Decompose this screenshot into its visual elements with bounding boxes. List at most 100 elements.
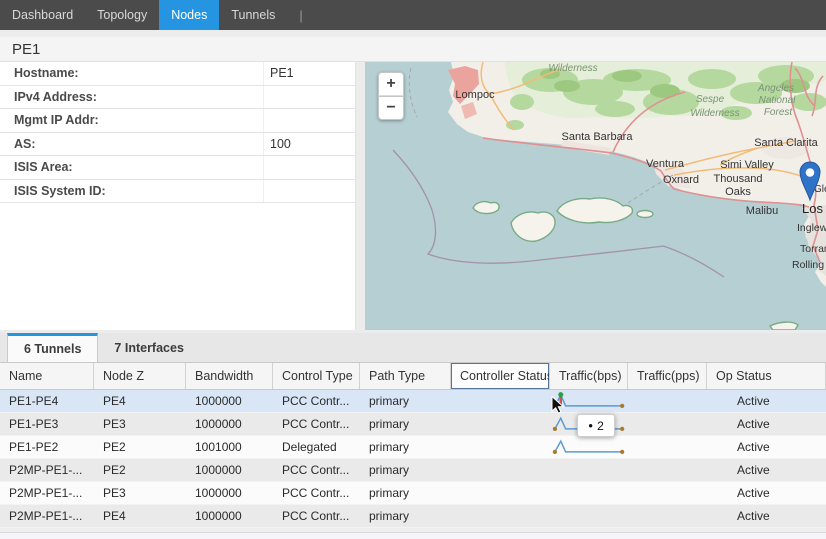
map-label: Simi Valley xyxy=(720,159,774,171)
cell-controller-status xyxy=(451,459,550,481)
tooltip-value: 2 xyxy=(597,419,604,433)
column-header-node-z[interactable]: Node Z xyxy=(94,363,186,389)
cell-control-type: PCC Contr... xyxy=(273,413,360,435)
map-label: Wilderness xyxy=(690,108,739,119)
column-header-bandwidth[interactable]: Bandwidth xyxy=(186,363,273,389)
map-label: Angeles xyxy=(757,83,794,94)
nav-item-nodes[interactable]: Nodes xyxy=(159,0,219,30)
field-value xyxy=(263,180,355,203)
cell-control-type: PCC Contr... xyxy=(273,390,360,412)
tooltip-bullet-icon: ● xyxy=(588,421,593,430)
cell-traffic-bps xyxy=(550,459,628,481)
traffic-sparkline[interactable] xyxy=(552,437,628,457)
map-label: Lompoc xyxy=(455,89,495,101)
cell-traffic-pps xyxy=(628,459,707,481)
cell-controller-status xyxy=(451,436,550,458)
nav-item-dashboard[interactable]: Dashboard xyxy=(0,0,85,30)
column-header-controller-status[interactable]: Controller Status xyxy=(451,363,550,389)
cell-traffic-bps xyxy=(550,390,628,412)
cell-path-type: primary xyxy=(360,459,451,481)
cell-op-status: Active xyxy=(707,505,826,527)
page-title: PE1 xyxy=(12,41,40,58)
map-label: Santa Barbara xyxy=(562,131,634,143)
map-label: Santa Clarita xyxy=(754,137,818,149)
cell-name: P2MP-PE1-... xyxy=(0,459,94,481)
cell-bandwidth: 1001000 xyxy=(186,436,273,458)
node-title-band: PE1 xyxy=(0,37,826,62)
field-row-hostname: Hostname: PE1 xyxy=(0,62,355,86)
map-view[interactable]: WildernessLompocSanta BarbaraSespeWilder… xyxy=(365,62,826,330)
column-header-control-type[interactable]: Control Type xyxy=(273,363,360,389)
field-row-as: AS: 100 xyxy=(0,133,355,157)
table-row[interactable]: PE1-PE3PE31000000PCC Contr...primaryActi… xyxy=(0,413,826,436)
top-nav: Dashboard Topology Nodes Tunnels | xyxy=(0,0,826,30)
map-label: Oaks xyxy=(725,186,751,198)
column-header-traffic-pps-[interactable]: Traffic(pps) xyxy=(628,363,707,389)
cell-bandwidth: 1000000 xyxy=(186,482,273,504)
map-label: National xyxy=(759,95,796,106)
field-value xyxy=(263,109,355,132)
cell-op-status: Active xyxy=(707,436,826,458)
zoom-out-button[interactable]: − xyxy=(378,96,404,120)
column-header-name[interactable]: Name xyxy=(0,363,94,389)
cell-node-z: PE2 xyxy=(94,459,186,481)
cell-traffic-bps xyxy=(550,436,628,458)
table-row[interactable]: P2MP-PE1-...PE21000000PCC Contr...primar… xyxy=(0,459,826,482)
field-value: PE1 xyxy=(263,62,355,85)
column-header-op-status[interactable]: Op Status xyxy=(707,363,826,389)
column-header-traffic-bps-[interactable]: Traffic(bps) xyxy=(550,363,628,389)
column-header-path-type[interactable]: Path Type xyxy=(360,363,451,389)
nav-item-topology[interactable]: Topology xyxy=(85,0,159,30)
cell-traffic-pps xyxy=(628,482,707,504)
cell-path-type: primary xyxy=(360,505,451,527)
cell-name: PE1-PE3 xyxy=(0,413,94,435)
field-label: Hostname: xyxy=(0,62,263,85)
map-label: Los Angeles xyxy=(802,201,826,216)
cell-path-type: primary xyxy=(360,390,451,412)
map-label: Ventura xyxy=(646,158,685,170)
cell-traffic-pps xyxy=(628,505,707,527)
map-zoom-control: + − xyxy=(378,72,404,120)
field-row-isis-area: ISIS Area: xyxy=(0,156,355,180)
cell-controller-status xyxy=(451,413,550,435)
cell-op-status: Active xyxy=(707,413,826,435)
app-window: Dashboard Topology Nodes Tunnels | PE1 H… xyxy=(0,0,826,539)
tab-tunnels[interactable]: 6 Tunnels xyxy=(7,333,98,362)
table-row[interactable]: P2MP-PE1-...PE41000000PCC Contr...primar… xyxy=(0,505,826,528)
tab-interfaces[interactable]: 7 Interfaces xyxy=(98,333,199,362)
map-label: Wilderness xyxy=(548,63,597,74)
node-detail-panel: Hostname: PE1 IPv4 Address: Mgmt IP Addr… xyxy=(0,62,356,330)
cell-traffic-pps xyxy=(628,436,707,458)
cell-control-type: Delegated xyxy=(273,436,360,458)
map-label: Forest xyxy=(764,107,794,118)
zoom-in-button[interactable]: + xyxy=(378,72,404,96)
table-row[interactable]: PE1-PE4PE41000000PCC Contr...primaryActi… xyxy=(0,390,826,413)
cell-control-type: PCC Contr... xyxy=(273,505,360,527)
cell-node-z: PE4 xyxy=(94,390,186,412)
map-label: Torrance xyxy=(800,243,826,255)
field-label: IPv4 Address: xyxy=(0,86,263,109)
table-row[interactable]: PE1-PE2PE21001000DelegatedprimaryActive xyxy=(0,436,826,459)
nav-item-tunnels[interactable]: Tunnels xyxy=(219,0,287,30)
cell-name: P2MP-PE1-... xyxy=(0,505,94,527)
map-canvas: WildernessLompocSanta BarbaraSespeWilder… xyxy=(365,62,826,330)
cell-node-z: PE4 xyxy=(94,505,186,527)
field-row-ipv4: IPv4 Address: xyxy=(0,86,355,110)
cell-controller-status xyxy=(451,482,550,504)
bottom-tab-bar: 6 Tunnels 7 Interfaces xyxy=(0,333,826,363)
cell-control-type: PCC Contr... xyxy=(273,459,360,481)
cell-node-z: PE3 xyxy=(94,413,186,435)
field-label: ISIS Area: xyxy=(0,156,263,179)
cell-control-type: PCC Contr... xyxy=(273,482,360,504)
map-label: Malibu xyxy=(746,205,778,217)
cell-path-type: primary xyxy=(360,482,451,504)
traffic-sparkline[interactable] xyxy=(552,391,628,411)
nav-separator: | xyxy=(287,0,314,30)
bottom-strip xyxy=(0,532,826,539)
table-row[interactable]: P2MP-PE1-...PE31000000PCC Contr...primar… xyxy=(0,482,826,505)
tunnels-table-body: PE1-PE4PE41000000PCC Contr...primaryActi… xyxy=(0,390,826,528)
cell-traffic-pps xyxy=(628,413,707,435)
cell-controller-status xyxy=(451,505,550,527)
map-label: Oxnard xyxy=(663,174,699,186)
cell-node-z: PE2 xyxy=(94,436,186,458)
